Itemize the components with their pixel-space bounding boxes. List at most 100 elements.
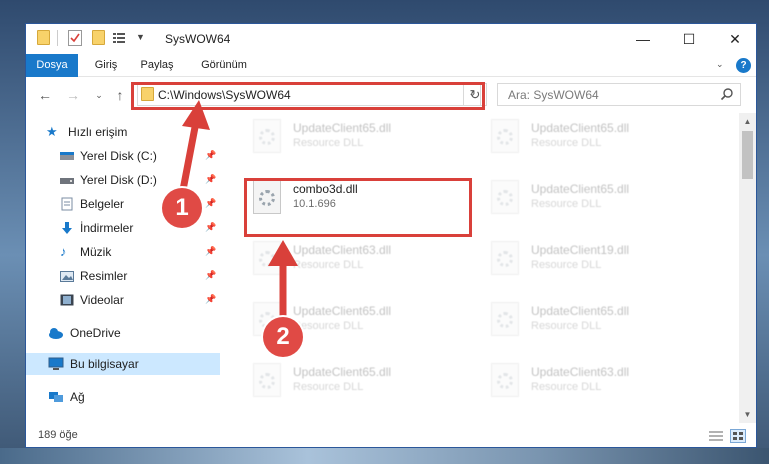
file-item[interactable]: UpdateClient65.dll Resource DLL	[247, 115, 447, 161]
up-button[interactable]: ↑	[111, 86, 129, 104]
nav-label: Yerel Disk (D:)	[80, 173, 157, 187]
pictures-icon	[60, 269, 74, 283]
scroll-thumb[interactable]	[742, 131, 753, 179]
dll-file-icon	[491, 363, 519, 397]
scroll-up-arrow[interactable]: ▲	[739, 113, 756, 130]
properties-icon[interactable]	[68, 30, 82, 46]
nav-onedrive[interactable]: OneDrive	[26, 322, 220, 344]
file-item[interactable]: UpdateClient63.dll Resource DLL	[485, 359, 685, 405]
search-icon[interactable]	[720, 87, 734, 101]
file-item[interactable]: UpdateClient19.dll Resource DLL	[485, 237, 685, 283]
dll-file-icon	[253, 363, 281, 397]
dll-file-icon	[491, 119, 519, 153]
back-button[interactable]: ←	[36, 86, 54, 104]
customize-toolbar-icon[interactable]	[112, 30, 128, 46]
tab-file[interactable]: Dosya	[26, 54, 78, 77]
nav-item-pictures[interactable]: Resimler 📌	[26, 265, 220, 287]
file-description: Resource DLL	[293, 137, 364, 149]
pin-icon: 📌	[205, 246, 217, 256]
tab-share[interactable]: Paylaş	[134, 54, 180, 77]
star-icon: ★	[46, 124, 58, 139]
title-bar: ▼ SysWOW64 — ☐ ✕	[26, 24, 756, 54]
nav-quick-access[interactable]: ★ Hızlı erişim	[26, 121, 220, 143]
close-button[interactable]: ✕	[712, 24, 756, 54]
search-input[interactable]: Ara: SysWOW64	[497, 83, 741, 106]
dll-file-icon	[491, 302, 519, 336]
dll-file-icon	[253, 119, 281, 153]
file-name: UpdateClient65.dll	[293, 121, 392, 135]
file-item[interactable]: UpdateClient63.dll Resource DLL	[247, 237, 447, 283]
file-item[interactable]: UpdateClient65.dll Resource DLL	[247, 359, 447, 405]
file-description: Resource DLL	[293, 259, 364, 271]
file-item[interactable]: UpdateClient65.dll Resource DLL	[485, 115, 685, 161]
highlight-dll-file	[244, 178, 472, 237]
file-name: UpdateClient65.dll	[531, 182, 630, 196]
file-name: UpdateClient65.dll	[531, 121, 630, 135]
folder-icon	[36, 30, 52, 46]
nav-label: OneDrive	[70, 326, 121, 340]
status-bar: 189 öğe	[26, 423, 756, 447]
nav-label: Videolar	[80, 293, 124, 307]
file-item[interactable]: UpdateClient65.dll Resource DLL	[485, 298, 685, 344]
nav-label: Belgeler	[80, 197, 125, 211]
file-name: UpdateClient65.dll	[293, 304, 392, 318]
nav-item-music[interactable]: ♪ Müzik 📌	[26, 241, 220, 263]
maximize-button[interactable]: ☐	[666, 24, 712, 54]
file-description: Resource DLL	[293, 320, 364, 332]
window-title: SysWOW64	[165, 32, 231, 46]
search-placeholder: Ara: SysWOW64	[508, 88, 599, 102]
file-description: Resource DLL	[531, 381, 602, 393]
file-name: UpdateClient65.dll	[531, 304, 630, 318]
file-item[interactable]: UpdateClient65.dll Resource DLL	[485, 176, 685, 222]
file-list: UpdateClient65.dll Resource DLL combo3d.…	[221, 113, 739, 423]
scroll-down-arrow[interactable]: ▼	[739, 406, 756, 423]
tab-home[interactable]: Giriş	[86, 54, 126, 77]
drive-icon	[60, 173, 74, 187]
file-name: UpdateClient63.dll	[531, 365, 630, 379]
nav-item-videos[interactable]: Videolar 📌	[26, 289, 220, 311]
chevron-down-icon[interactable]: ⌄	[716, 59, 729, 72]
file-description: Resource DLL	[531, 137, 602, 149]
file-name: UpdateClient65.dll	[293, 365, 392, 379]
nav-label: Müzik	[80, 245, 112, 259]
network-icon	[48, 390, 63, 404]
nav-network[interactable]: Ağ	[26, 386, 220, 408]
pin-icon: 📌	[205, 174, 217, 184]
nav-label: Bu bilgisayar	[70, 357, 139, 371]
file-description: Resource DLL	[531, 259, 602, 271]
nav-item-drive-c[interactable]: Yerel Disk (C:) 📌	[26, 145, 220, 167]
documents-icon	[60, 197, 74, 211]
pin-icon: 📌	[205, 150, 217, 160]
nav-label: Resimler	[80, 269, 128, 283]
new-folder-icon[interactable]	[91, 30, 107, 46]
minimize-button[interactable]: —	[620, 24, 666, 54]
file-description: Resource DLL	[531, 198, 602, 210]
nav-label: Hızlı erişim	[68, 125, 128, 139]
details-view-icon[interactable]	[708, 429, 724, 443]
dll-file-icon	[253, 241, 281, 275]
nav-label: İndirmeler	[80, 221, 134, 235]
chevron-down-icon[interactable]: ▼	[136, 32, 146, 48]
pin-icon: 📌	[205, 294, 217, 304]
cloud-icon	[48, 326, 63, 340]
dll-file-icon	[491, 241, 519, 275]
pin-icon: 📌	[205, 222, 217, 232]
pin-icon: 📌	[205, 270, 217, 280]
music-icon: ♪	[60, 244, 67, 259]
file-name: UpdateClient63.dll	[293, 243, 392, 257]
step-1-badge: 1	[162, 188, 202, 228]
vertical-scrollbar[interactable]: ▲ ▼	[739, 113, 756, 423]
nav-this-pc[interactable]: Bu bilgisayar	[26, 353, 220, 375]
forward-button[interactable]: →	[64, 86, 82, 104]
recent-locations-button[interactable]: ⌄	[90, 86, 108, 104]
nav-label: Yerel Disk (C:)	[80, 149, 157, 163]
tiles-view-icon[interactable]	[730, 429, 746, 443]
pin-icon: 📌	[205, 198, 217, 208]
help-icon[interactable]: ?	[736, 58, 751, 73]
videos-icon	[60, 293, 74, 307]
dll-file-icon	[491, 180, 519, 214]
nav-item-drive-d[interactable]: Yerel Disk (D:) 📌	[26, 169, 220, 191]
ribbon: Dosya Giriş Paylaş Görünüm ⌄ ?	[26, 54, 756, 77]
downloads-icon	[60, 221, 74, 235]
tab-view[interactable]: Görünüm	[194, 54, 254, 77]
